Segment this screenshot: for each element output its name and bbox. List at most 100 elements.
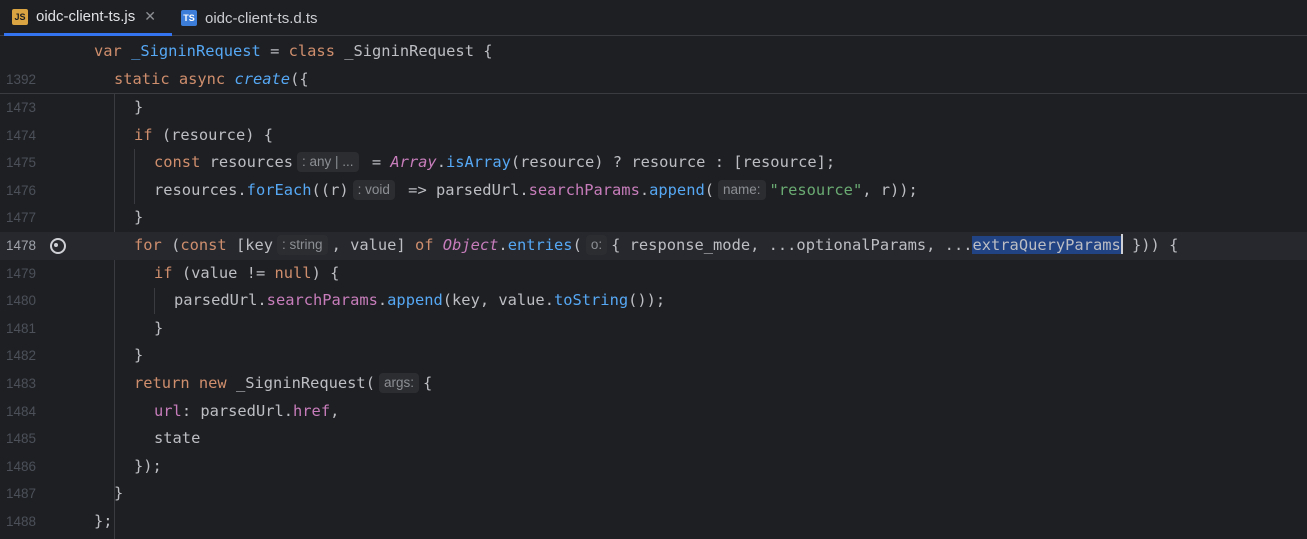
- code-text: { response_mode, ...optionalParams, ...: [611, 236, 973, 254]
- method-name: isArray: [445, 153, 511, 172]
- tab-label: oidc-client-ts.d.ts: [205, 9, 318, 27]
- line-number: 1487: [6, 486, 37, 502]
- code-editor[interactable]: 1473} 1474 if (resource) { 1475 const reso…: [0, 94, 1307, 539]
- keyword: const: [154, 153, 201, 172]
- code-text: , r));: [862, 180, 918, 199]
- line-number: 1485: [6, 431, 37, 447]
- sticky-scroll-header[interactable]: 1392 var _SigninRequest = class _SigninR…: [0, 37, 1307, 115]
- code-line[interactable]: 1397 static async create({: [0, 66, 1307, 115]
- code-text: => parsedUrl.: [398, 180, 529, 199]
- parameter-hint[interactable]: args:: [378, 373, 419, 393]
- javascript-file-icon: JS: [12, 8, 28, 25]
- code-line[interactable]: 1475 const resources: any | ... = Array.i…: [0, 149, 1307, 177]
- code-text: state: [154, 429, 201, 448]
- code-text: })) {: [1122, 236, 1179, 254]
- tab-label: oidc-client-ts.js: [36, 8, 136, 25]
- code-text: parsedUrl.: [174, 291, 267, 310]
- class-name: Object: [442, 236, 499, 254]
- keyword: const: [180, 236, 227, 254]
- code-line[interactable]: 1473}: [0, 94, 1307, 122]
- keyword: if: [154, 263, 173, 282]
- code-text: ());: [628, 291, 666, 310]
- keyword: class: [288, 42, 335, 60]
- method-name: append: [387, 291, 443, 310]
- code-text: , value]: [331, 236, 415, 254]
- code-text: (resource) ? resource : [resource];: [510, 153, 836, 172]
- code-line[interactable]: 1486});: [0, 453, 1307, 481]
- method-name: toString: [553, 291, 629, 310]
- keyword: return: [134, 374, 190, 392]
- code-text: (: [704, 180, 715, 199]
- method-name: append: [649, 180, 705, 199]
- property-name: url: [154, 401, 182, 420]
- keyword: of: [414, 236, 434, 254]
- code-line[interactable]: 1474 if (resource) {: [0, 122, 1307, 150]
- tab-oidc-client-ts-js[interactable]: JS oidc-client-ts.js ✕: [4, 0, 172, 36]
- line-number: 1484: [6, 403, 37, 419]
- code-line[interactable]: 1482}: [0, 342, 1307, 370]
- keyword: static async: [114, 69, 235, 88]
- line-number: 1482: [6, 348, 37, 364]
- line-number: 1476: [6, 182, 37, 198]
- code-text: ,: [330, 401, 340, 420]
- tab-oidc-client-ts-d-ts[interactable]: TS oidc-client-ts.d.ts: [173, 0, 343, 36]
- code-text: (key, value.: [442, 291, 554, 310]
- type-hint[interactable]: : any | ...: [297, 152, 359, 173]
- code-line[interactable]: 1481}: [0, 315, 1307, 343]
- code-line[interactable]: 1484 url: parsedUrl.href,: [0, 398, 1307, 426]
- method-name: create: [234, 69, 291, 88]
- type-hint[interactable]: : string: [277, 235, 328, 255]
- code-text: (: [161, 236, 181, 254]
- line-number: 1483: [6, 376, 37, 391]
- property-name: searchParams: [266, 291, 378, 310]
- code-text: (value !=: [172, 263, 275, 282]
- debug-run-gutter-icon[interactable]: [50, 238, 66, 254]
- string-literal: "resource": [769, 180, 863, 199]
- line-number: 1477: [6, 210, 37, 226]
- line-number: 1480: [6, 293, 37, 309]
- keyword: var: [94, 42, 132, 60]
- class-name: Array: [390, 153, 437, 172]
- code-line[interactable]: 1483 return new _SigninRequest(args:{: [0, 370, 1307, 398]
- code-text: }: [134, 98, 144, 116]
- code-text: };: [94, 512, 113, 530]
- type-hint[interactable]: : void: [352, 179, 395, 200]
- code-text: (: [572, 236, 582, 254]
- code-text: .: [377, 291, 388, 310]
- code-text: });: [134, 456, 162, 475]
- keyword: new: [198, 374, 227, 392]
- code-line[interactable]: 1476 resources.forEach((r): void => parse…: [0, 177, 1307, 205]
- editor-tab-bar: JS oidc-client-ts.js ✕ TS oidc-client-ts…: [0, 0, 1307, 36]
- code-text: .: [639, 180, 650, 199]
- line-number: 1488: [6, 514, 37, 529]
- parameter-hint[interactable]: o:: [585, 235, 608, 255]
- code-line[interactable]: 1485 state: [0, 425, 1307, 453]
- code-text: }: [154, 318, 164, 337]
- property-name: searchParams: [528, 180, 640, 199]
- code-text: {: [422, 374, 433, 392]
- selected-text[interactable]: extraQueryParams: [972, 236, 1121, 254]
- code-line-current[interactable]: 1478 for (const [key: string, value] of O…: [0, 232, 1307, 260]
- code-line[interactable]: 1488};: [0, 508, 1307, 536]
- code-text: _SigninRequest(: [226, 374, 375, 392]
- close-icon[interactable]: ✕: [144, 8, 156, 25]
- parameter-hint[interactable]: name:: [718, 179, 766, 200]
- method-name: entries: [507, 236, 573, 254]
- line-number: 1473: [6, 100, 37, 115]
- code-text: (resource) {: [152, 125, 274, 144]
- code-text: =: [362, 153, 391, 172]
- keyword: null: [274, 263, 312, 282]
- code-text: }: [114, 484, 124, 503]
- code-text: .: [498, 236, 508, 254]
- code-line[interactable]: 1480 parsedUrl.searchParams.append(key, v…: [0, 287, 1307, 315]
- line-number: 1481: [6, 320, 37, 336]
- code-line[interactable]: 1477}: [0, 204, 1307, 232]
- code-text: resources: [200, 153, 294, 172]
- line-number: 1478: [6, 238, 37, 253]
- code-line[interactable]: 1392 var _SigninRequest = class _SigninR…: [0, 38, 1307, 87]
- code-line[interactable]: 1479 if (value != null) {: [0, 260, 1307, 288]
- code-text: =: [260, 42, 289, 60]
- code-line[interactable]: 1487}: [0, 480, 1307, 508]
